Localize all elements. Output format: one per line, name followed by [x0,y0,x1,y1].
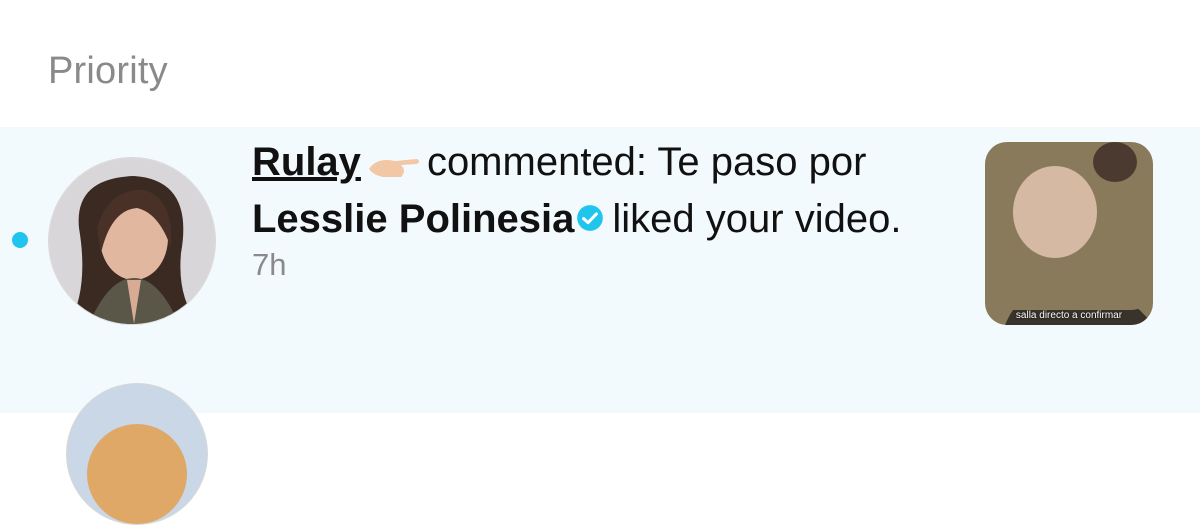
avatar[interactable] [66,383,208,525]
notification-text: Lesslie Polinesia liked your video. [252,195,901,243]
avatar[interactable] [48,157,216,325]
verified-badge-icon [576,204,604,232]
section-title: Priority [48,50,168,92]
notification-text: Rulay commented: Te paso por [252,140,866,185]
unread-indicator [12,232,28,248]
notification-action: commented: Te paso por [426,140,867,184]
username[interactable]: Rulay [252,140,361,184]
notification-row[interactable] [0,367,1200,525]
notification-action: liked your video. [612,197,902,241]
username[interactable]: Lesslie Polinesia [252,197,574,241]
thumbnail-caption: salla directo a confirmar [1015,310,1123,321]
pointing-hand-icon [365,144,423,177]
video-thumbnail[interactable] [985,142,1153,310]
timestamp: 7h [252,247,287,282]
